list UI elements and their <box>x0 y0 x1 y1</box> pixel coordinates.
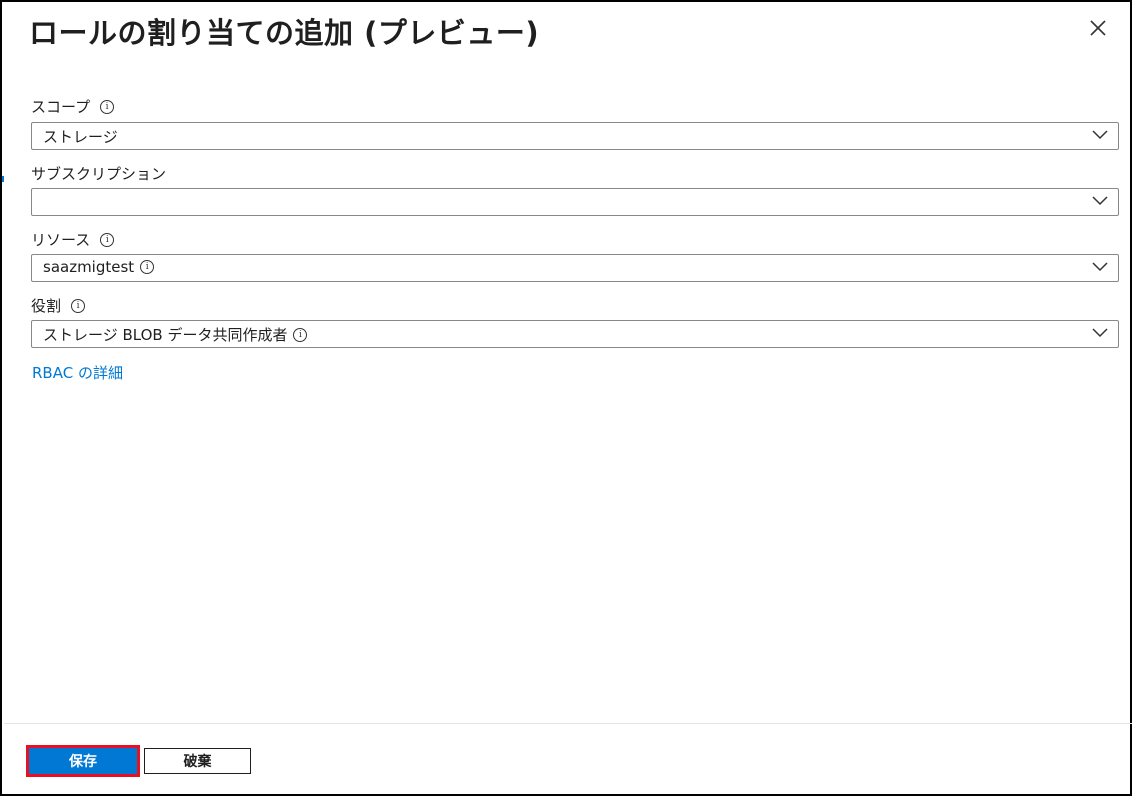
save-button[interactable]: 保存 <box>26 745 140 777</box>
scope-label-text: スコープ <box>31 98 91 116</box>
resource-selected-value: saazmigtest <box>43 258 135 276</box>
left-edge-marker <box>2 176 4 182</box>
role-info-icon[interactable]: i <box>71 298 86 313</box>
footer-divider <box>4 723 1132 724</box>
role-assignment-panel: ロールの割り当ての追加 (プレビュー) スコープ i ストレージ サブスクリプシ… <box>0 0 1132 796</box>
resource-dropdown[interactable]: saazmigtest i <box>31 254 1119 282</box>
chevron-down-icon <box>1092 262 1108 272</box>
resource-label: リソース i <box>31 229 115 250</box>
resource-value-info-icon[interactable]: i <box>140 260 155 274</box>
scope-label: スコープ i <box>31 96 115 117</box>
subscription-label-text: サブスクリプション <box>31 165 167 183</box>
resource-value-wrap: saazmigtest i <box>43 258 155 276</box>
role-dropdown[interactable]: ストレージ BLOB データ共同作成者 i <box>31 320 1119 348</box>
role-value-info-icon[interactable]: i <box>293 327 308 342</box>
discard-button[interactable]: 破棄 <box>144 748 251 774</box>
scope-selected-value: ストレージ <box>43 128 118 146</box>
resource-label-text: リソース <box>31 231 91 249</box>
subscription-label: サブスクリプション <box>31 163 166 184</box>
scope-info-icon[interactable]: i <box>100 99 115 114</box>
role-value-wrap: ストレージ BLOB データ共同作成者 i <box>43 324 308 345</box>
scope-dropdown[interactable]: ストレージ <box>31 122 1119 150</box>
panel-title: ロールの割り当ての追加 (プレビュー) <box>29 16 540 50</box>
close-button[interactable] <box>1086 16 1110 40</box>
chevron-down-icon <box>1092 196 1108 206</box>
role-label: 役割 i <box>31 295 86 316</box>
close-icon <box>1090 20 1106 36</box>
resource-info-icon[interactable]: i <box>100 232 115 247</box>
chevron-down-icon <box>1092 328 1108 338</box>
subscription-dropdown[interactable] <box>31 188 1119 216</box>
role-selected-value: ストレージ BLOB データ共同作成者 <box>43 326 288 344</box>
rbac-details-link[interactable]: RBAC の詳細 <box>32 362 123 383</box>
role-label-text: 役割 <box>31 297 62 315</box>
chevron-down-icon <box>1092 130 1108 140</box>
